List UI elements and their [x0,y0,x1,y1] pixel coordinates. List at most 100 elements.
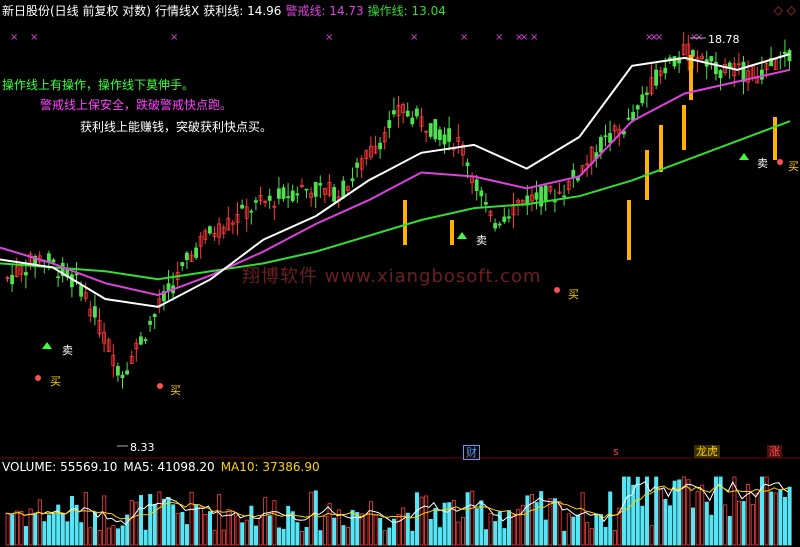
dragon-tiger-badge[interactable]: 龙虎 [694,445,720,458]
volume-bar [217,494,222,546]
candle-body [56,276,60,279]
volume-bar [437,527,442,546]
volume-bar [230,510,235,546]
candle-body [207,226,212,234]
volume-bar [635,476,640,546]
volume-bar [580,492,585,546]
volume-bar [79,522,84,546]
volume-bar [148,494,153,546]
watermark: 翔博软件 www.xiangbosoft.com [242,266,542,287]
volume-bar [240,522,245,546]
candle-body [93,306,97,318]
volume-bar [341,525,346,546]
candle-body [506,216,511,219]
volume-bar [166,497,171,546]
volume-bar [741,501,746,546]
candle-body [116,365,120,376]
candle-body [534,192,539,200]
volume-bar [235,515,240,546]
candle-body [760,69,764,80]
volume-bar [143,529,148,546]
volume-bar [571,516,576,546]
sell-arrow [457,232,467,239]
signal-marker: × [530,32,538,43]
candle-body [442,134,447,145]
candle-body [405,110,410,117]
note-alert-line: 警戒线上保安全，跌破警戒快点跑。 [40,98,233,112]
candle-body [483,202,488,205]
candle-body [433,119,438,140]
volume-bar [603,527,608,546]
volume-bar [23,526,28,546]
volume-value: VOLUME: 55569.10 [2,460,118,474]
volume-bar [221,529,226,546]
sell-signal: 卖 [62,344,73,357]
candle-body [599,136,603,153]
volume-ma5: MA5: 41098.20 [123,460,215,474]
signal-bar [627,200,631,260]
volume-bar [175,512,180,546]
volume-bar [695,491,700,546]
candle-body [571,169,576,178]
volume-bar [37,499,42,546]
volume-bar [194,504,199,546]
window-controls[interactable]: ◇ ◇ [774,3,796,17]
volume-bar [203,513,208,546]
buy-dot [777,159,783,165]
volume-bar [778,489,783,546]
candle-body [152,314,157,317]
candle-body [410,117,415,125]
event-badge[interactable]: s [611,445,621,458]
volume-bar [686,479,691,546]
note-profit-line: 获利线上能赚钱，突破获利快点买。 [80,120,273,134]
volume-bar [658,488,663,546]
volume-bar [543,519,548,546]
candle-body [148,320,153,325]
op-line [0,120,791,281]
volume-bar [663,499,668,546]
sell-signal: 卖 [757,157,768,170]
candle-body [672,56,677,67]
volume-bar [272,500,277,546]
volume-bar [313,490,318,546]
volume-bar [184,524,189,546]
candle-body [184,252,189,261]
volume-bar [304,526,309,546]
volume-bar [138,495,143,546]
candle-body [645,92,649,95]
volume-bar [474,508,479,546]
volume-bar [750,503,755,546]
candle-body [502,216,507,223]
volume-bar [553,498,558,546]
volume-bar [83,491,88,546]
volume-bar [506,510,511,546]
candle-body [304,188,309,191]
volume-bar [460,517,465,546]
volume-bar [479,500,484,546]
candle-body [626,117,631,120]
volume-bar [410,530,415,546]
signal-marker: × [170,32,178,43]
volume-bar [102,495,107,546]
candle-body [603,135,608,138]
volume-bar [125,514,130,546]
buy-signal: 买 [568,288,579,301]
indicator-name: 行情线X [155,4,200,18]
candle-body [341,180,346,199]
candle-body [295,193,300,196]
finance-badge[interactable]: 财 [463,445,480,460]
volume-bar [612,529,617,546]
candle-body [313,181,318,197]
volume-bar [723,504,728,546]
volume-bar [281,528,286,546]
candle-body [240,204,245,209]
limit-up-badge[interactable]: 涨 [767,445,782,458]
candle-body [493,223,498,229]
signal-bar [659,125,663,172]
signal-bar [682,105,686,150]
sell-arrow [739,153,749,160]
volume-bar [405,512,410,546]
candle-body [79,285,83,297]
volume-bar [382,530,387,546]
volume-bar [322,515,327,546]
